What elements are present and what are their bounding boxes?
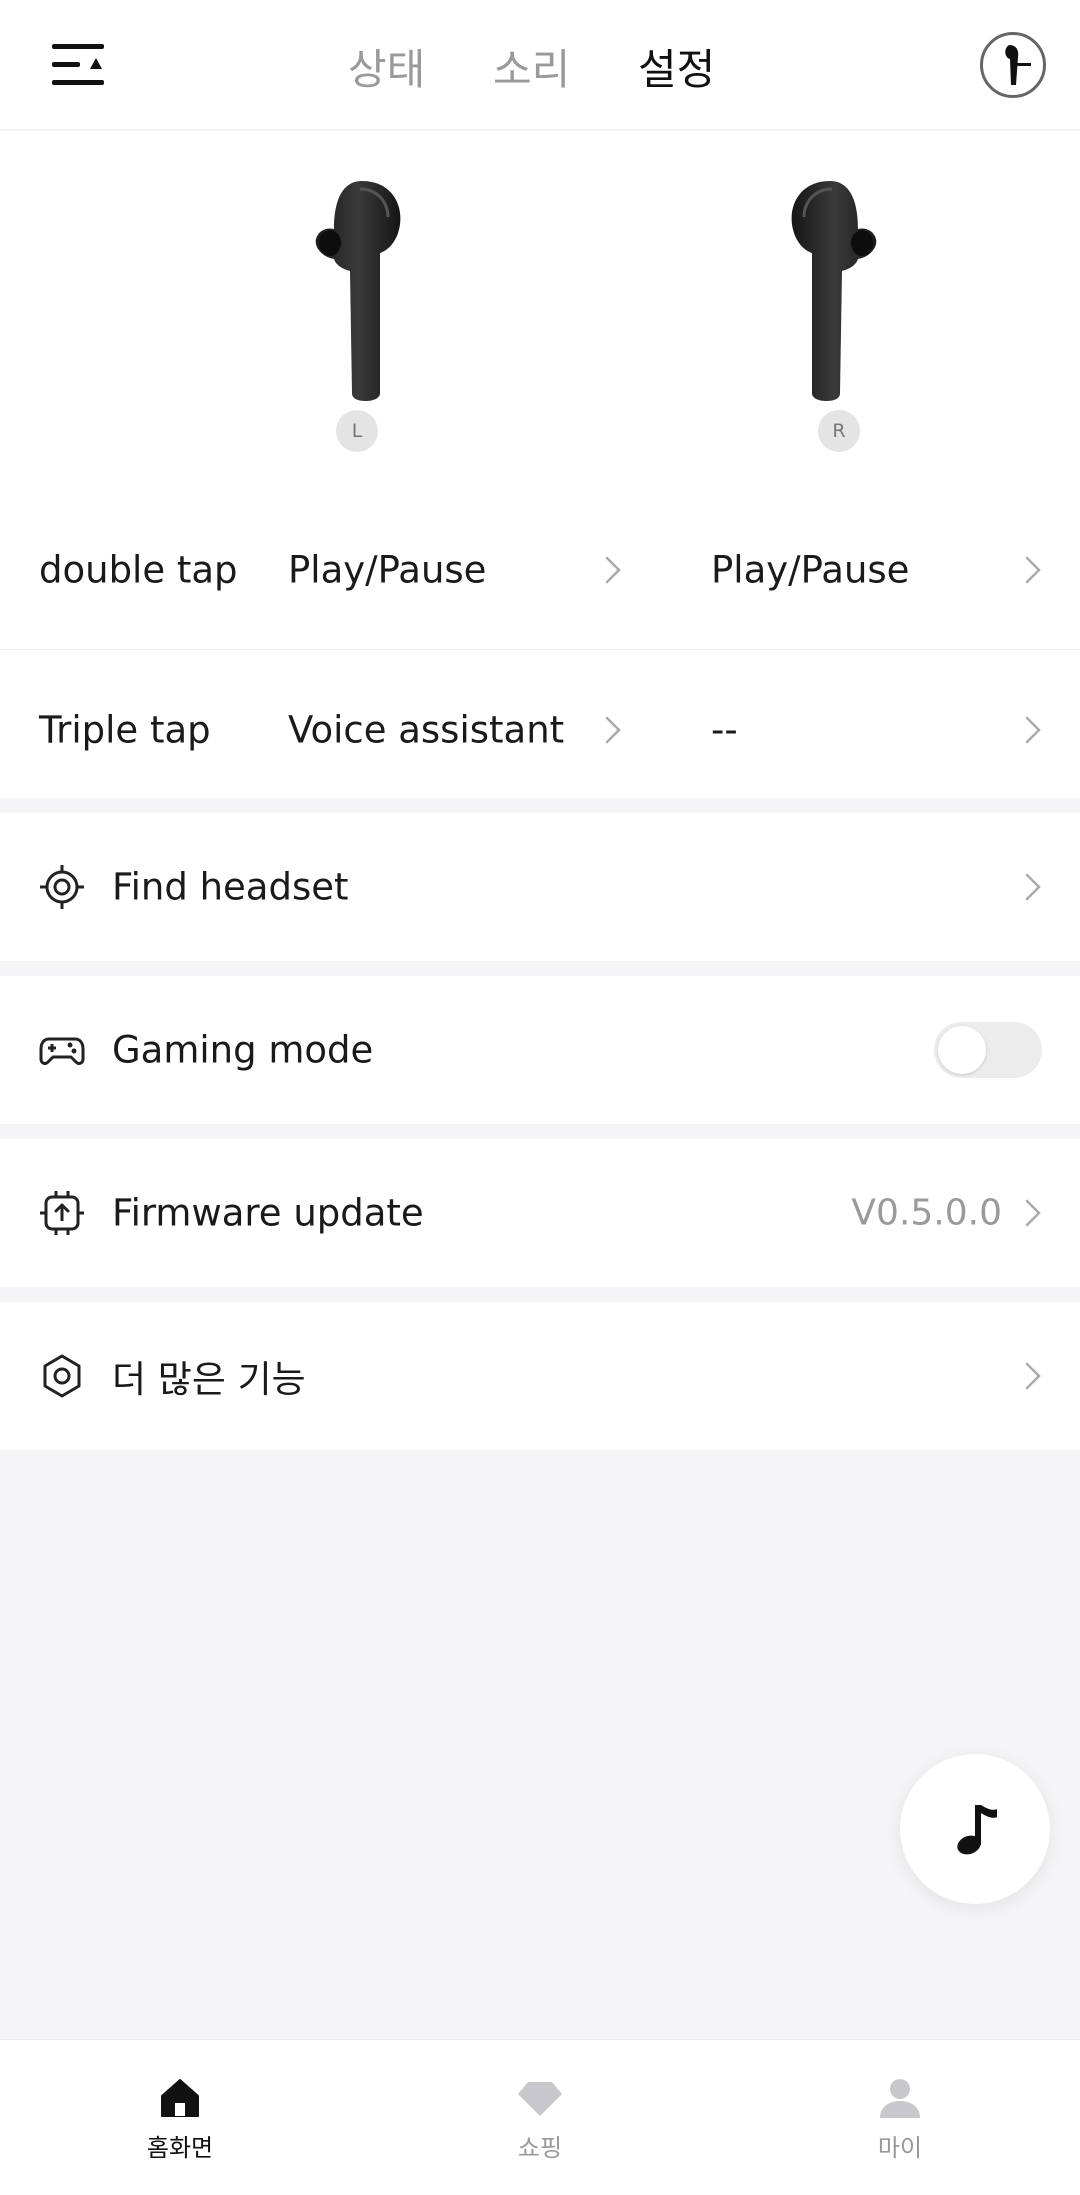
triple-tap-left-value[interactable]: Voice assistant (288, 708, 564, 751)
more-features-label: 더 많은 기능 (112, 1358, 306, 1401)
device-button[interactable] (980, 32, 1046, 98)
firmware-version: V0.5.0.0 (851, 1192, 1002, 1234)
gaming-mode-item: Gaming mode (0, 976, 1080, 1124)
toggle-knob (938, 1026, 986, 1074)
nav-home-label: 홈화면 (146, 2134, 214, 2162)
chip-upload-icon (40, 1191, 84, 1235)
target-icon (40, 865, 84, 909)
tab-settings[interactable]: 설정 (638, 36, 715, 97)
music-note-icon (957, 1805, 997, 1855)
menu-icon[interactable] (46, 36, 110, 94)
chevron-right-icon[interactable] (1024, 555, 1042, 585)
chevron-right-icon (1025, 1362, 1041, 1390)
nav-my[interactable]: 마이 (800, 2040, 1000, 2195)
earbud-icon (1005, 45, 1031, 85)
home-icon (161, 2079, 199, 2117)
gamepad-icon (39, 1037, 85, 1065)
bottom-navigation: 홈화면 쇼핑 마이 (0, 2039, 1080, 2195)
left-badge: L (336, 410, 378, 452)
find-headset-item[interactable]: Find headset (0, 813, 1080, 961)
music-button[interactable] (900, 1754, 1050, 1904)
tap-row-label: Triple tap (39, 708, 211, 751)
chevron-right-icon[interactable] (604, 715, 622, 745)
double-tap-right-value[interactable]: Play/Pause (711, 549, 909, 592)
triple-tap-right-value[interactable]: -- (711, 708, 738, 751)
chevron-right-icon (1025, 873, 1041, 901)
hexagon-icon (43, 1354, 81, 1398)
diamond-icon (518, 2082, 562, 2116)
nav-shopping[interactable]: 쇼핑 (440, 2040, 640, 2195)
right-earbud-image (780, 181, 890, 401)
nav-home[interactable]: 홈화면 (80, 2040, 280, 2195)
tab-status[interactable]: 상태 (348, 36, 425, 97)
chevron-right-icon (1025, 1199, 1041, 1227)
firmware-update-label: Firmware update (112, 1191, 424, 1235)
firmware-update-item[interactable]: Firmware update V0.5.0.0 (0, 1139, 1080, 1287)
double-tap-left-value[interactable]: Play/Pause (288, 549, 486, 592)
tap-settings-card: double tap Play/Pause Play/Pause Triple … (0, 491, 1080, 798)
more-features-item[interactable]: 더 많은 기능 (0, 1302, 1080, 1450)
chevron-right-icon[interactable] (1024, 715, 1042, 745)
triple-tap-row: Triple tap Voice assistant -- (0, 650, 1080, 809)
find-headset-label: Find headset (112, 865, 349, 909)
gaming-mode-label: Gaming mode (112, 1028, 374, 1072)
earbuds-panel: L R (0, 131, 1080, 491)
nav-shopping-label: 쇼핑 (517, 2134, 563, 2162)
nav-my-label: 마이 (877, 2134, 923, 2162)
tab-sound[interactable]: 소리 (493, 36, 570, 97)
gaming-mode-toggle[interactable] (934, 1022, 1042, 1078)
left-earbud-image (302, 181, 412, 401)
double-tap-row: double tap Play/Pause Play/Pause (0, 491, 1080, 650)
chevron-right-icon[interactable] (604, 555, 622, 585)
right-badge: R (818, 410, 860, 452)
top-header: 상태 소리 설정 (0, 0, 1080, 130)
tap-row-label: double tap (39, 548, 238, 592)
person-icon (880, 2079, 920, 2118)
